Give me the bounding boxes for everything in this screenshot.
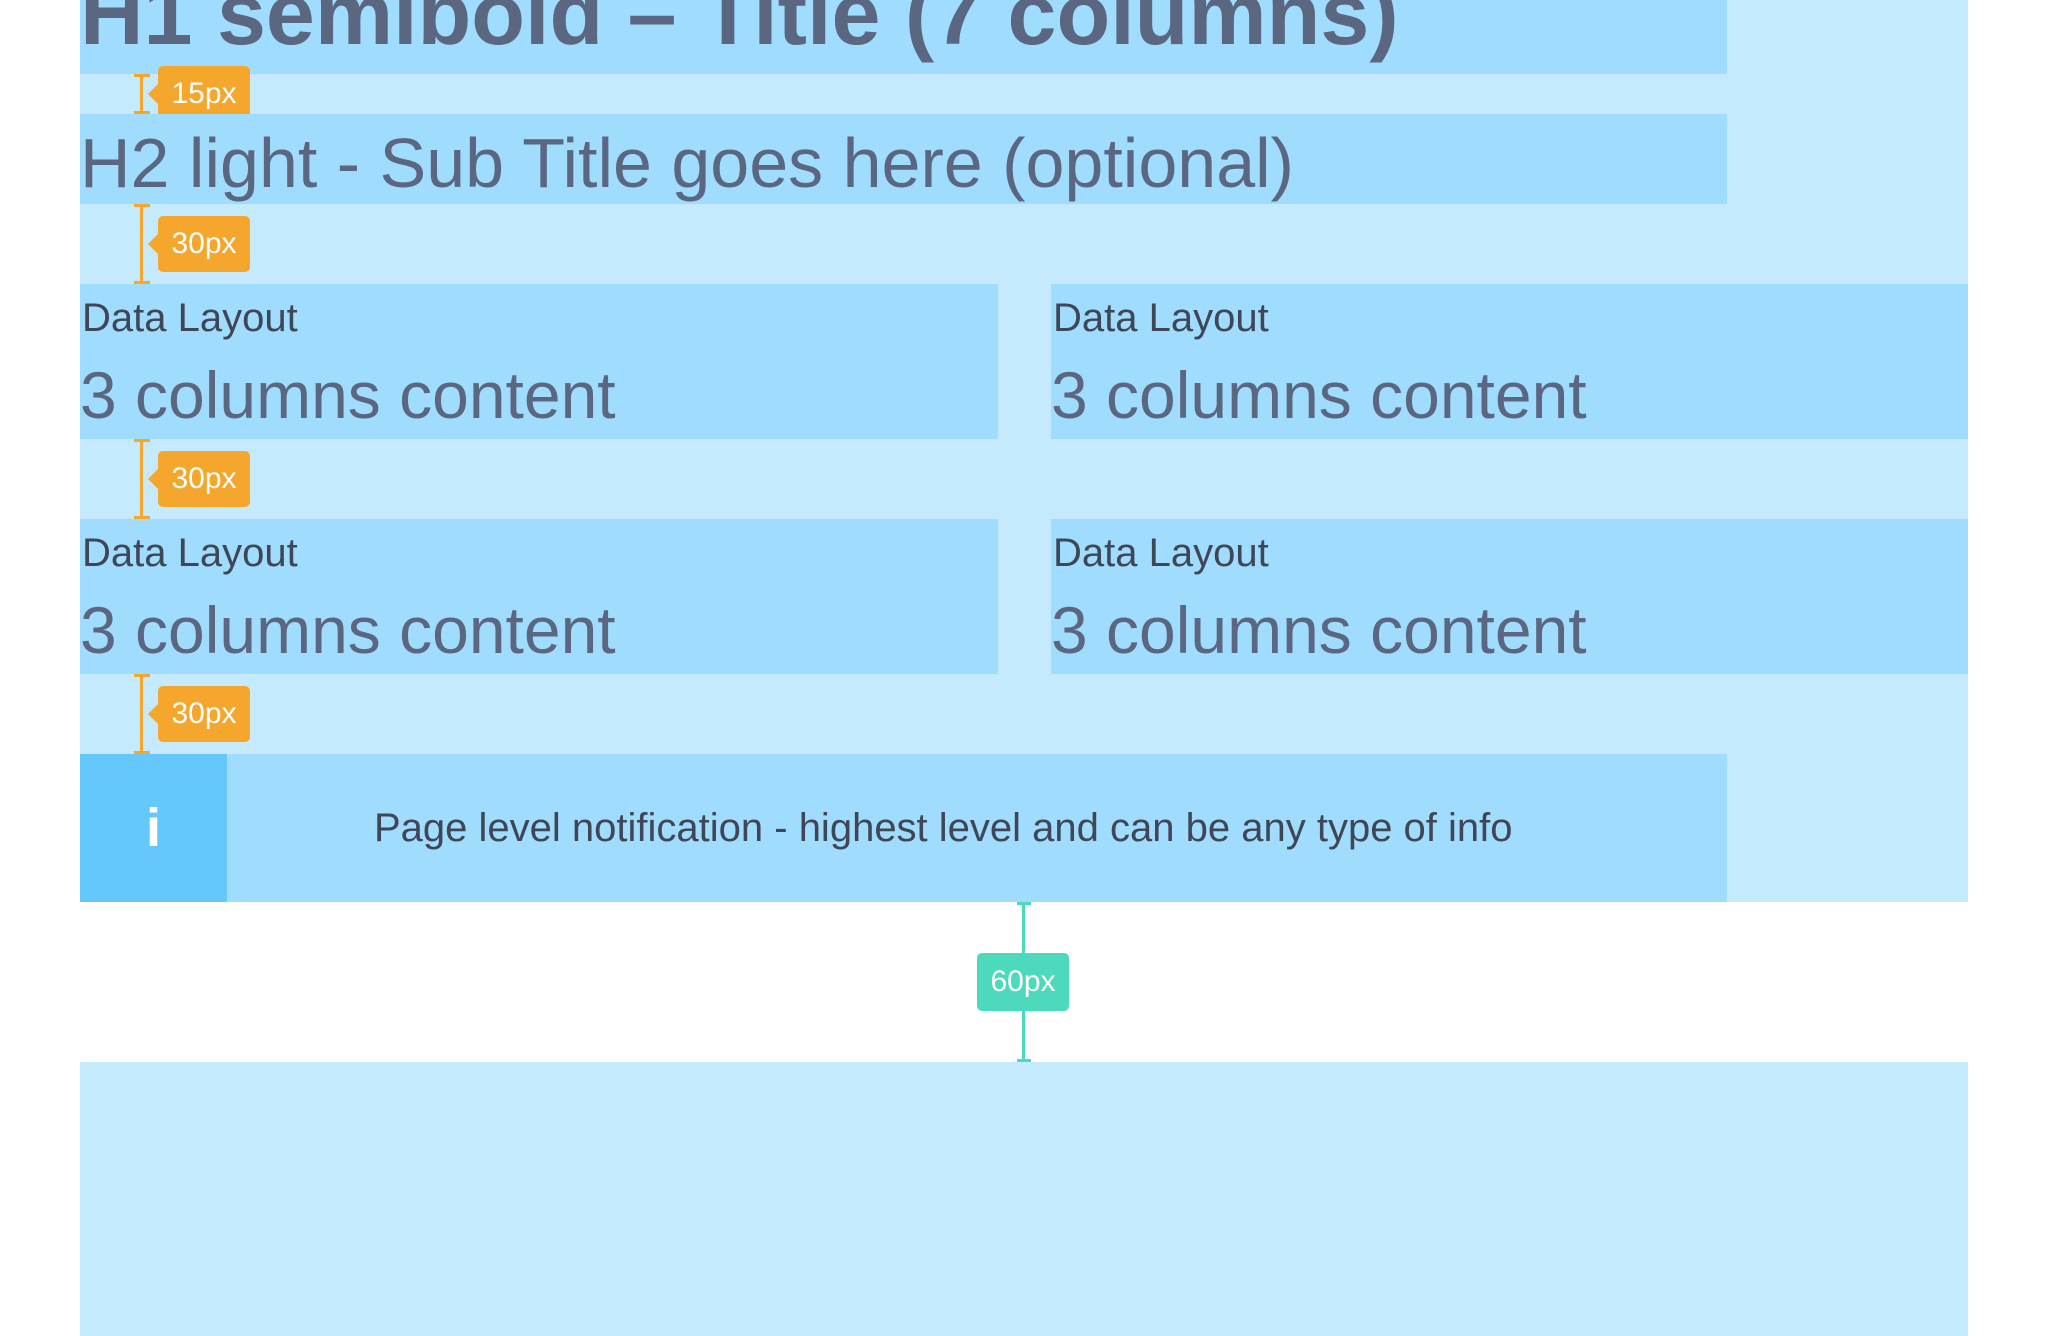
data-value: 3 columns content xyxy=(1051,593,1587,667)
spacing-marker-section-gap: 60px xyxy=(974,902,1074,1062)
spacing-tag-teal: 60px xyxy=(977,953,1069,1011)
spacing-tag: 30px xyxy=(158,216,250,272)
page-subtitle: H2 light - Sub Title goes here (optional… xyxy=(80,124,1294,202)
spacing-tag: 30px xyxy=(158,686,250,742)
notification-text: Page level notification - highest level … xyxy=(374,806,1513,850)
data-label: Data Layout xyxy=(1053,296,1269,340)
data-label: Data Layout xyxy=(82,531,298,575)
page-title: H1 semibold – Title (7 columns) xyxy=(80,0,1399,63)
notification-icon-box: i xyxy=(80,754,227,902)
data-value: 3 columns content xyxy=(80,593,616,667)
page-title-block: H1 semibold – Title (7 columns) xyxy=(80,0,1727,74)
subtitle-block: H2 light - Sub Title goes here (optional… xyxy=(80,114,1727,204)
data-value: 3 columns content xyxy=(1051,358,1587,432)
data-value: 3 columns content xyxy=(80,358,616,432)
spacing-marker-title-subtitle: 15px xyxy=(130,66,270,122)
spacing-marker-subtitle-data: 30px xyxy=(130,204,270,284)
info-icon: i xyxy=(145,798,161,858)
data-cell: Data Layout 3 columns content xyxy=(1051,519,1968,674)
data-label: Data Layout xyxy=(1053,531,1269,575)
data-cell: Data Layout 3 columns content xyxy=(80,284,998,439)
spacing-marker-row-gap: 30px xyxy=(130,439,270,519)
spacing-marker-data-notification: 30px xyxy=(130,674,270,754)
spacing-tag: 30px xyxy=(158,451,250,507)
next-section-band xyxy=(80,1062,1968,1336)
data-label: Data Layout xyxy=(82,296,298,340)
data-cell: Data Layout 3 columns content xyxy=(1051,284,1968,439)
page-notification: i Page level notification - highest leve… xyxy=(80,754,1727,902)
data-cell: Data Layout 3 columns content xyxy=(80,519,998,674)
